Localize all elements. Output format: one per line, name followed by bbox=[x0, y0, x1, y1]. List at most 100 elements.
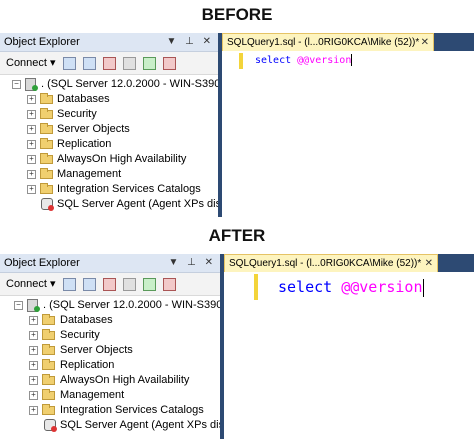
tree-item-label: AlwaysOn High Availability bbox=[57, 153, 187, 165]
refresh-icon[interactable] bbox=[142, 56, 156, 70]
filter-icon[interactable] bbox=[122, 277, 136, 291]
folder-icon bbox=[42, 359, 55, 370]
server-icon bbox=[27, 299, 40, 312]
server-label: . (SQL Server 12.0.2000 - WIN-S390RIG0KC… bbox=[43, 299, 220, 311]
folder-icon bbox=[42, 344, 55, 355]
collapse-icon[interactable]: − bbox=[12, 80, 21, 89]
folder-icon bbox=[40, 183, 53, 194]
window-pin-controls[interactable]: ▼ ⊥ ✕ bbox=[166, 33, 214, 51]
before-heading: BEFORE bbox=[201, 5, 273, 24]
expand-icon[interactable]: + bbox=[29, 346, 38, 355]
sql-agent-icon bbox=[44, 419, 57, 432]
tree-item-label: Databases bbox=[57, 93, 110, 105]
object-explorer-toolbar: Connect ▾ bbox=[0, 273, 220, 296]
expand-icon[interactable]: + bbox=[29, 406, 38, 415]
disconnect-icon[interactable] bbox=[82, 56, 96, 70]
expand-icon[interactable]: + bbox=[27, 95, 36, 104]
query-editor: SQLQuery1.sql - (l...0RIG0KCA\Mike (52))… bbox=[224, 254, 474, 439]
expand-icon[interactable]: + bbox=[29, 361, 38, 370]
object-explorer: Object Explorer ▼ ⊥ ✕ Connect ▾ − . (SQL… bbox=[0, 33, 218, 217]
object-explorer-title: Object Explorer bbox=[4, 36, 80, 48]
expand-icon[interactable]: + bbox=[27, 125, 36, 134]
code-line-1[interactable]: select @@version bbox=[255, 54, 353, 68]
code-keyword: select bbox=[278, 278, 333, 296]
connect-button[interactable]: Connect ▾ bbox=[6, 57, 56, 69]
object-explorer-tree: − . (SQL Server 12.0.2000 - WIN-S390RIG0… bbox=[0, 75, 218, 217]
connect-button[interactable]: Connect ▾ bbox=[6, 278, 56, 290]
folder-icon bbox=[40, 108, 53, 119]
expand-icon[interactable]: + bbox=[29, 331, 38, 340]
connect-object-explorer-icon[interactable] bbox=[62, 277, 76, 291]
tree-item-label: Server Objects bbox=[60, 344, 133, 356]
folder-icon bbox=[42, 404, 55, 415]
object-explorer-toolbar: Connect ▾ bbox=[0, 52, 218, 75]
object-explorer: Object Explorer ▼ ⊥ ✕ Connect ▾ − . (SQL… bbox=[0, 254, 220, 439]
expand-icon[interactable]: + bbox=[27, 170, 36, 179]
disconnect-icon[interactable] bbox=[82, 277, 96, 291]
text-caret bbox=[422, 278, 424, 297]
text-caret bbox=[351, 54, 353, 66]
stop-icon[interactable] bbox=[102, 277, 116, 291]
close-icon[interactable]: ✕ bbox=[421, 34, 429, 51]
object-explorer-title: Object Explorer bbox=[4, 257, 80, 269]
after-panel: Object Explorer ▼ ⊥ ✕ Connect ▾ − . (SQL… bbox=[0, 254, 474, 439]
tree-item-label: AlwaysOn High Availability bbox=[60, 374, 190, 386]
tab-title: SQLQuery1.sql - (l...0RIG0KCA\Mike (52))… bbox=[229, 258, 422, 269]
refresh-icon[interactable] bbox=[142, 277, 156, 291]
expand-icon[interactable]: + bbox=[27, 110, 36, 119]
tree-item-label: Integration Services Catalogs bbox=[57, 183, 201, 195]
stop-icon[interactable] bbox=[102, 56, 116, 70]
tree-item-label: Server Objects bbox=[57, 123, 130, 135]
tab-sqlquery1[interactable]: SQLQuery1.sql - (l...0RIG0KCA\Mike (52))… bbox=[222, 33, 434, 51]
folder-icon bbox=[40, 153, 53, 164]
folder-icon bbox=[42, 314, 55, 325]
expand-icon[interactable]: + bbox=[29, 391, 38, 400]
folder-icon bbox=[40, 123, 53, 134]
tab-sqlquery1[interactable]: SQLQuery1.sql - (l...0RIG0KCA\Mike (52))… bbox=[224, 254, 438, 272]
tree-item-label: SQL Server Agent (Agent XPs disabled) bbox=[60, 419, 220, 431]
change-tracking-bar bbox=[254, 274, 258, 300]
expand-icon[interactable]: + bbox=[27, 140, 36, 149]
folder-icon bbox=[40, 138, 53, 149]
tree-item-label: SQL Server Agent (Agent XPs disabled) bbox=[57, 198, 218, 210]
tree-item-label: Security bbox=[60, 329, 100, 341]
filter-icon[interactable] bbox=[122, 56, 136, 70]
activity-monitor-icon[interactable] bbox=[162, 56, 176, 70]
document-tab-strip: SQLQuery1.sql - (l...0RIG0KCA\Mike (52))… bbox=[222, 33, 474, 51]
tree-item-label: Integration Services Catalogs bbox=[60, 404, 204, 416]
connect-object-explorer-icon[interactable] bbox=[62, 56, 76, 70]
object-explorer-tree: − . (SQL Server 12.0.2000 - WIN-S390RIG0… bbox=[0, 296, 220, 439]
tree-item-label: Replication bbox=[57, 138, 112, 150]
folder-icon bbox=[40, 93, 53, 104]
tree-item-label: Databases bbox=[60, 314, 113, 326]
document-tab-strip: SQLQuery1.sql - (l...0RIG0KCA\Mike (52))… bbox=[224, 254, 474, 272]
close-icon[interactable]: ✕ bbox=[425, 255, 433, 272]
expand-icon[interactable]: + bbox=[29, 376, 38, 385]
folder-icon bbox=[42, 329, 55, 340]
code-function: @@version bbox=[341, 278, 423, 296]
folder-icon bbox=[42, 374, 55, 385]
tree-item-label: Security bbox=[57, 108, 97, 120]
tree-item-label: Replication bbox=[60, 359, 115, 371]
expand-icon[interactable]: + bbox=[29, 316, 38, 325]
query-editor: SQLQuery1.sql - (l...0RIG0KCA\Mike (52))… bbox=[222, 33, 474, 217]
collapse-icon[interactable]: − bbox=[14, 301, 23, 310]
code-line-1[interactable]: select @@version bbox=[278, 276, 424, 298]
code-keyword: select bbox=[255, 55, 292, 66]
code-function: @@version bbox=[297, 55, 352, 66]
tree-item-label: Management bbox=[57, 168, 122, 180]
activity-monitor-icon[interactable] bbox=[162, 277, 176, 291]
server-icon bbox=[25, 78, 38, 91]
change-tracking-bar bbox=[239, 53, 243, 69]
code-editor[interactable]: select @@version bbox=[222, 51, 474, 217]
server-label: . (SQL Server 12.0.2000 - WIN-S390RIG0KC… bbox=[41, 78, 218, 90]
expand-icon[interactable]: + bbox=[27, 155, 36, 164]
tab-title: SQLQuery1.sql - (l...0RIG0KCA\Mike (52))… bbox=[227, 37, 420, 48]
sql-agent-icon bbox=[41, 198, 54, 211]
expand-icon[interactable]: + bbox=[27, 185, 36, 194]
folder-icon bbox=[40, 168, 53, 179]
object-explorer-title-bar: Object Explorer ▼ ⊥ ✕ bbox=[0, 254, 220, 273]
code-editor[interactable]: select @@version bbox=[224, 272, 474, 439]
window-pin-controls[interactable]: ▼ ⊥ ✕ bbox=[168, 254, 216, 272]
tree-item-label: Management bbox=[60, 389, 125, 401]
